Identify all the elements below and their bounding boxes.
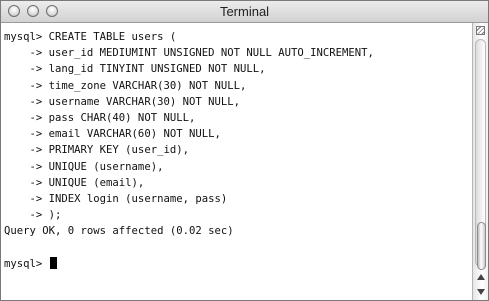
text-cursor	[49, 256, 57, 269]
terminal-prompt: mysql>	[4, 257, 49, 270]
scroll-thumb[interactable]	[477, 222, 486, 270]
terminal-line: -> pass CHAR(40) NOT NULL,	[4, 111, 196, 124]
split-view-icon[interactable]	[476, 26, 485, 35]
terminal-line: -> time_zone VARCHAR(30) NOT NULL,	[4, 79, 247, 92]
terminal-line: -> INDEX login (username, pass)	[4, 192, 228, 205]
terminal-line: Query OK, 0 rows affected (0.02 sec)	[4, 225, 234, 238]
terminal-lines: mysql> CREATE TABLE users ( -> user_id M…	[4, 29, 374, 272]
scroll-track[interactable]	[475, 39, 486, 270]
terminal-output[interactable]: mysql> CREATE TABLE users ( -> user_id M…	[1, 23, 471, 300]
terminal-line: -> lang_id TINYINT UNSIGNED NOT NULL,	[4, 63, 266, 76]
terminal-line: -> username VARCHAR(30) NOT NULL,	[4, 95, 241, 108]
terminal-line: mysql> CREATE TABLE users (	[4, 31, 177, 43]
scroll-down-button[interactable]	[475, 285, 486, 299]
terminal-line: -> );	[4, 209, 62, 222]
terminal-line: -> PRIMARY KEY (user_id),	[4, 144, 189, 157]
scroll-up-button[interactable]	[475, 270, 486, 284]
arrow-down-icon	[476, 289, 485, 295]
title-bar[interactable]: Terminal	[1, 1, 488, 23]
terminal-line: -> email VARCHAR(60) NOT NULL,	[4, 128, 221, 141]
terminal-prompt-line[interactable]: mysql>	[4, 256, 374, 272]
terminal-line: -> user_id MEDIUMINT UNSIGNED NOT NULL A…	[4, 47, 374, 60]
arrow-up-icon	[476, 274, 485, 280]
terminal-window: Terminal mysql> CREATE TABLE users ( -> …	[0, 0, 489, 301]
vertical-scrollbar[interactable]	[472, 23, 488, 300]
terminal-line: -> UNIQUE (username),	[4, 160, 164, 173]
terminal-line: -> UNIQUE (email),	[4, 176, 145, 189]
window-title: Terminal	[219, 4, 270, 19]
